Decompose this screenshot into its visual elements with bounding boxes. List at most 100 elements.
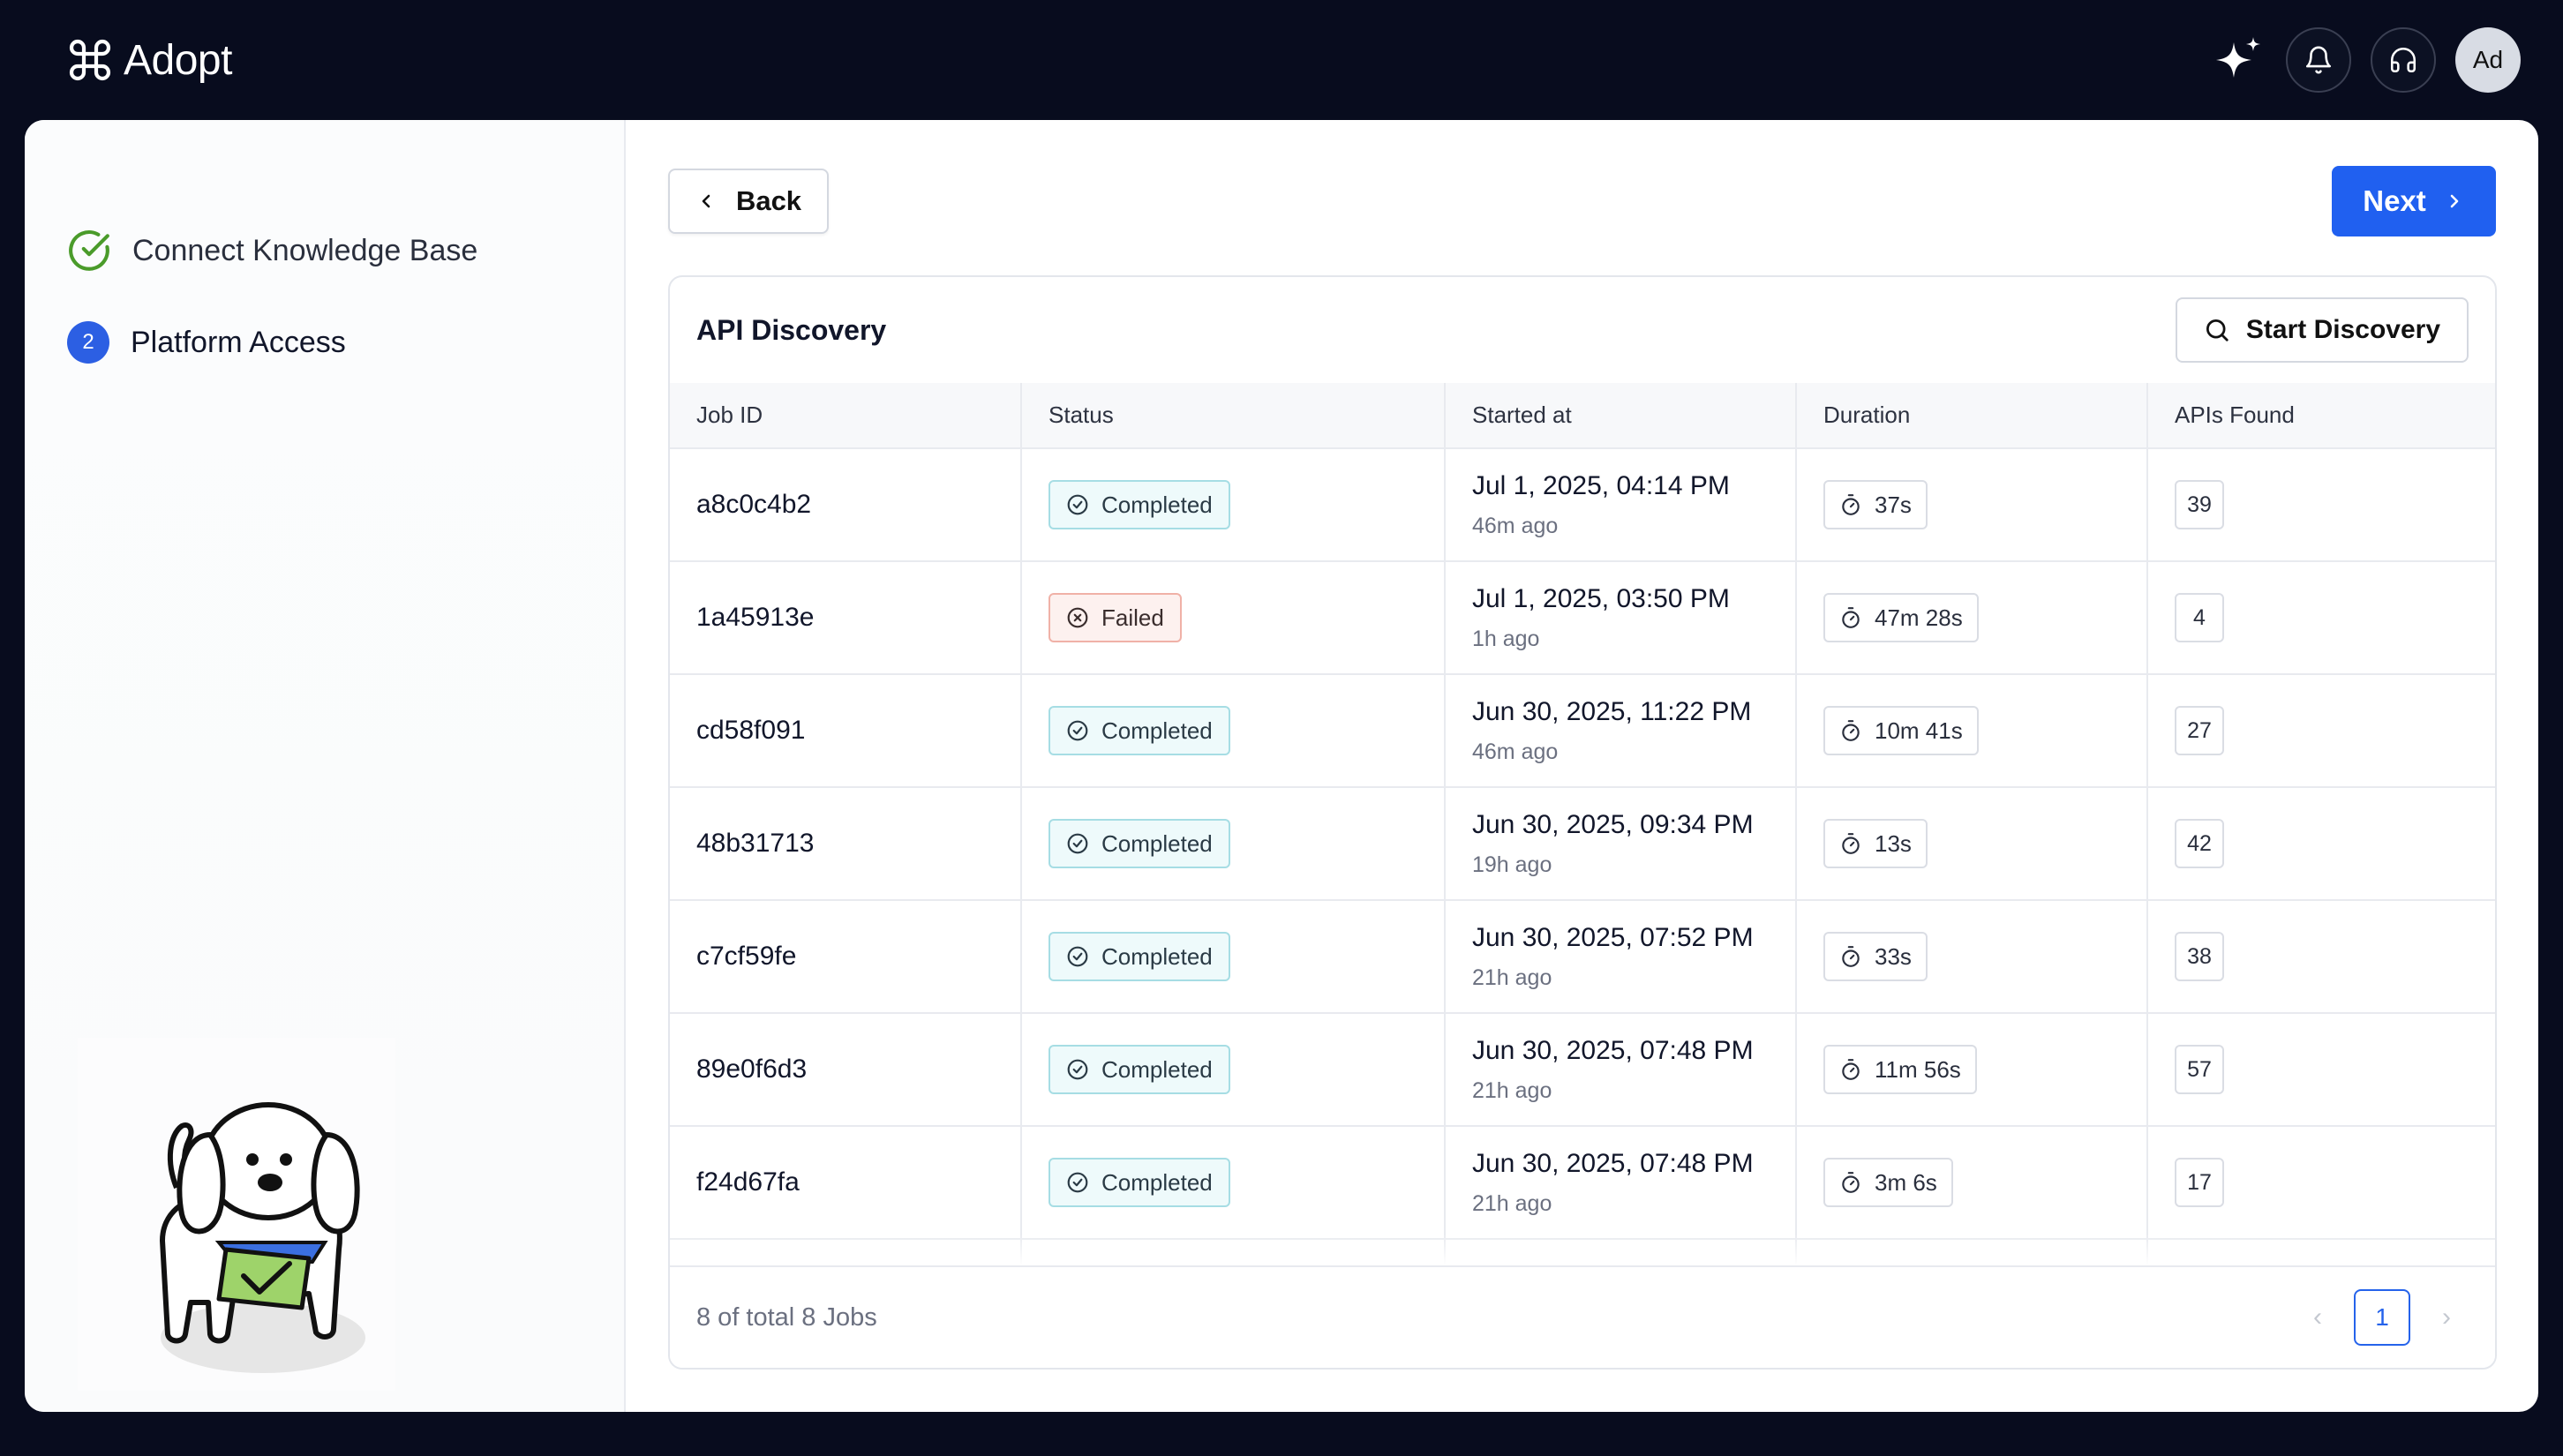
job-id: cd58f091 bbox=[696, 716, 806, 745]
apis-found-cell: 27 bbox=[2147, 674, 2495, 788]
status-badge: Completed bbox=[1048, 932, 1230, 981]
duration-value: 37s bbox=[1875, 491, 1912, 518]
table-row[interactable]: f24d67fa Completed Jun 30, 2025, 07:48 P… bbox=[670, 1126, 2495, 1240]
check-circle-icon bbox=[1067, 720, 1088, 741]
table-row[interactable]: 48b31713 Completed Jun 30, 2025, 09:34 P… bbox=[670, 787, 2495, 901]
pagination: ‹ 1 › bbox=[2313, 1289, 2451, 1346]
step-label: Platform Access bbox=[131, 325, 346, 359]
timer-icon bbox=[1842, 607, 1860, 628]
step-connect-knowledge-base[interactable]: Connect Knowledge Base bbox=[25, 205, 624, 296]
status-label: Completed bbox=[1101, 491, 1213, 518]
duration-chip: 37s bbox=[1823, 480, 1928, 529]
job-id-cell: 89e0f6d3 bbox=[670, 1013, 1022, 1127]
column-header-status[interactable]: Status bbox=[1021, 383, 1446, 449]
apis-found-cell: 57 bbox=[2147, 1013, 2495, 1127]
apis-found-cell: 4 bbox=[2147, 561, 2495, 675]
status-cell: Completed bbox=[1021, 900, 1446, 1014]
status-cell: Completed bbox=[1021, 787, 1446, 901]
next-page-icon[interactable]: › bbox=[2442, 1302, 2451, 1332]
table-row[interactable]: 1a45913e Failed Jul 1, 2025, 03:50 PM 1h… bbox=[670, 561, 2495, 675]
check-circle-icon bbox=[1067, 1059, 1088, 1080]
apis-found-count: 4 bbox=[2175, 593, 2224, 642]
started-at-relative: 21h ago bbox=[1472, 1190, 1552, 1216]
check-circle-icon bbox=[69, 230, 109, 271]
status-cell: Completed bbox=[1021, 674, 1446, 788]
job-id: 48b31713 bbox=[696, 829, 815, 858]
status-label: Completed bbox=[1101, 829, 1213, 857]
timer-icon bbox=[1842, 1172, 1860, 1193]
jobs-table: Job ID Status Started at Duration APIs F… bbox=[670, 383, 2495, 1265]
main-content: Back Next API Discovery Start Discovery bbox=[626, 120, 2538, 1412]
duration-chip: 11m 56s bbox=[1823, 1045, 1977, 1094]
duration-cell: 37s bbox=[1796, 448, 2148, 562]
dog-mascot-icon bbox=[160, 1102, 365, 1373]
timer-icon bbox=[1842, 833, 1860, 854]
duration-cell: 11m 56s bbox=[1796, 1013, 2148, 1127]
job-id: a8c0c4b2 bbox=[696, 490, 812, 519]
started-at-date: Jun 30, 2025, 07:52 PM bbox=[1472, 922, 1754, 952]
page-button-current[interactable]: 1 bbox=[2354, 1289, 2410, 1346]
column-header-apis-found[interactable]: APIs Found bbox=[2147, 383, 2495, 449]
started-at-relative: 46m ago bbox=[1472, 739, 1559, 764]
duration-chip: 10m 41s bbox=[1823, 706, 1979, 755]
apis-found-count: 27 bbox=[2175, 706, 2224, 755]
back-button[interactable]: Back bbox=[668, 169, 829, 234]
chevron-left-icon bbox=[702, 194, 710, 208]
job-id: 89e0f6d3 bbox=[696, 1054, 808, 1084]
x-circle-icon bbox=[1067, 607, 1088, 628]
prev-page-icon[interactable]: ‹ bbox=[2313, 1302, 2322, 1332]
status-label: Completed bbox=[1101, 1055, 1213, 1083]
support-button[interactable] bbox=[2371, 27, 2436, 93]
table-footer: 8 of total 8 Jobs ‹ 1 › bbox=[670, 1265, 2495, 1368]
status-badge: Completed bbox=[1048, 480, 1230, 529]
duration-value: 13s bbox=[1875, 829, 1912, 857]
table-row[interactable]: cd58f091 Completed Jun 30, 2025, 11:22 P… bbox=[670, 674, 2495, 788]
scroll-fade bbox=[670, 1234, 2495, 1265]
table-row[interactable]: 89e0f6d3 Completed Jun 30, 2025, 07:48 P… bbox=[670, 1013, 2495, 1127]
apis-found-count: 42 bbox=[2175, 819, 2224, 868]
table-row[interactable]: a8c0c4b2 Completed Jul 1, 2025, 04:14 PM… bbox=[670, 448, 2495, 562]
ai-sparkle-button[interactable] bbox=[2212, 33, 2266, 87]
duration-value: 33s bbox=[1875, 942, 1912, 970]
status-badge: Failed bbox=[1048, 593, 1182, 642]
back-label: Back bbox=[735, 185, 802, 216]
results-count: 8 of total 8 Jobs bbox=[696, 1302, 877, 1332]
status-label: Completed bbox=[1101, 717, 1213, 744]
job-id: 1a45913e bbox=[696, 603, 815, 632]
step-number-badge: 2 bbox=[67, 321, 109, 364]
notifications-button[interactable] bbox=[2286, 27, 2351, 93]
apis-found-cell: 39 bbox=[2147, 448, 2495, 562]
column-header-job-id[interactable]: Job ID bbox=[670, 383, 1022, 449]
timer-icon bbox=[1842, 720, 1860, 741]
start-discovery-label: Start Discovery bbox=[2245, 315, 2440, 344]
jobs-table-scroll[interactable]: Job ID Status Started at Duration APIs F… bbox=[670, 383, 2495, 1265]
next-button[interactable]: Next bbox=[2332, 166, 2496, 236]
job-id-cell: 48b31713 bbox=[670, 787, 1022, 901]
table-header-row: Job ID Status Started at Duration APIs F… bbox=[670, 383, 2495, 449]
column-header-duration[interactable]: Duration bbox=[1796, 383, 2148, 449]
timer-icon bbox=[1842, 946, 1860, 967]
next-label: Next bbox=[2363, 184, 2426, 217]
check-circle-icon bbox=[1067, 833, 1088, 854]
status-label: Completed bbox=[1101, 1168, 1213, 1196]
user-avatar[interactable]: Ad bbox=[2455, 27, 2521, 93]
apis-found-cell: 42 bbox=[2147, 787, 2495, 901]
started-at-date: Jun 30, 2025, 11:22 PM bbox=[1472, 696, 1752, 726]
started-at-cell: Jun 30, 2025, 07:48 PM 21h ago bbox=[1445, 1013, 1797, 1127]
job-id: f24d67fa bbox=[696, 1167, 800, 1197]
main-card: Connect Knowledge Base 2 Platform Access bbox=[25, 120, 2538, 1412]
duration-cell: 13s bbox=[1796, 787, 2148, 901]
started-at-date: Jul 1, 2025, 03:50 PM bbox=[1472, 583, 1730, 613]
status-cell: Completed bbox=[1021, 1126, 1446, 1240]
column-header-started-at[interactable]: Started at bbox=[1445, 383, 1797, 449]
started-at-cell: Jul 1, 2025, 03:50 PM 1h ago bbox=[1445, 561, 1797, 675]
step-platform-access[interactable]: 2 Platform Access bbox=[25, 296, 624, 388]
job-id-cell: 1a45913e bbox=[670, 561, 1022, 675]
brand-logo[interactable]: Adopt bbox=[65, 35, 232, 85]
status-cell: Completed bbox=[1021, 448, 1446, 562]
start-discovery-button[interactable]: Start Discovery bbox=[2175, 297, 2469, 363]
status-badge: Completed bbox=[1048, 706, 1230, 755]
setup-steps-sidebar: Connect Knowledge Base 2 Platform Access bbox=[25, 120, 626, 1412]
table-row[interactable]: c7cf59fe Completed Jun 30, 2025, 07:52 P… bbox=[670, 900, 2495, 1014]
job-id-cell: cd58f091 bbox=[670, 674, 1022, 788]
